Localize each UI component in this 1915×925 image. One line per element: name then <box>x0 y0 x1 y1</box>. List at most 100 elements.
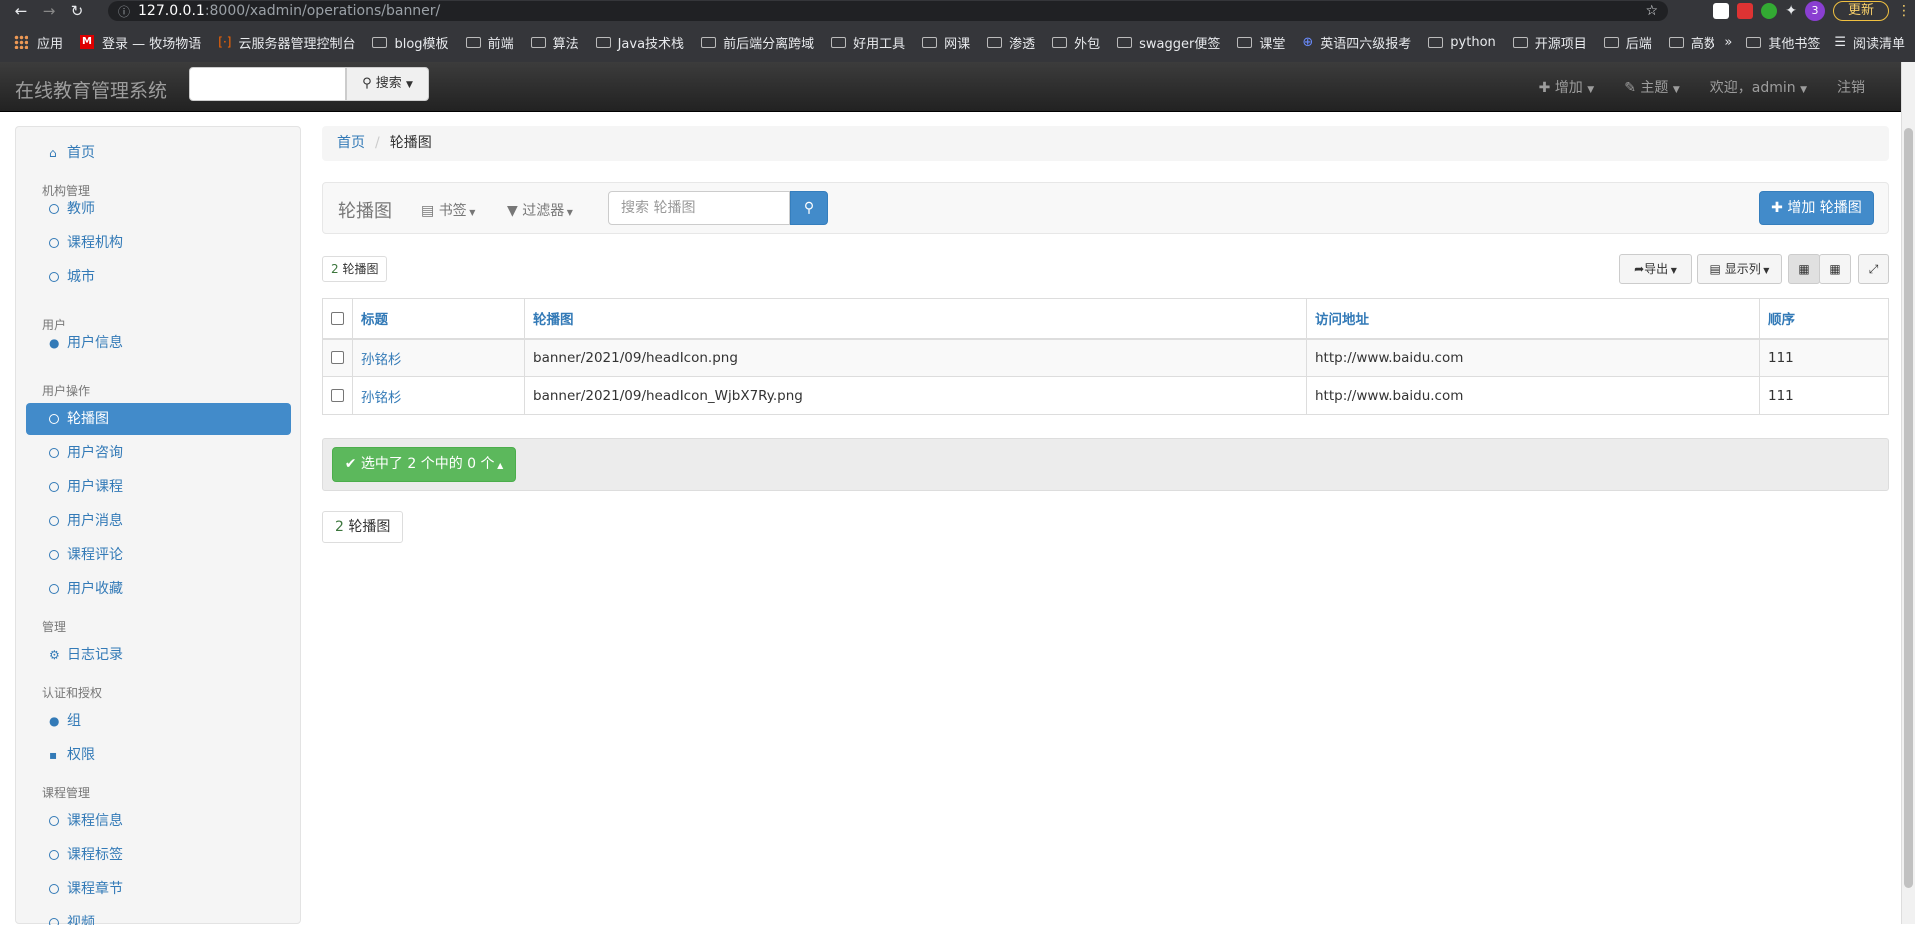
sidebar-item-teacher[interactable]: 教师 <box>26 193 291 225</box>
bookmark-folder[interactable]: 高数 <box>1668 33 1717 52</box>
image-cell: banner/2021/09/headIcon.png <box>524 338 1307 377</box>
list-search-input[interactable]: 搜索 轮播图 <box>608 191 790 225</box>
sidebar-item-city[interactable]: 城市 <box>26 261 291 293</box>
caret-down-icon: ▼ <box>1760 266 1770 275</box>
extension-icon[interactable] <box>1737 3 1754 19</box>
bookmark-apps[interactable]: 应用 <box>14 33 63 52</box>
bookmark-folder[interactable]: 网课 <box>922 33 970 52</box>
lock-icon: ▪ <box>49 748 58 762</box>
update-button[interactable]: 更新 <box>1832 1 1889 21</box>
scrollbar-thumb[interactable] <box>1904 128 1913 888</box>
page-scrollbar[interactable] <box>1901 62 1915 924</box>
users-icon: ● <box>49 714 60 728</box>
grid-small-icon: ▦ <box>1829 262 1841 276</box>
reading-list[interactable]: ☰ 阅读清单 <box>1834 33 1905 52</box>
extension-icon[interactable] <box>1713 3 1730 19</box>
sort-title[interactable]: 标题 <box>361 312 388 328</box>
reload-icon[interactable]: ↻ <box>66 2 88 20</box>
row-checkbox[interactable] <box>331 389 344 402</box>
sidebar-item-course[interactable]: 课程信息 <box>26 805 291 837</box>
apps-icon <box>14 35 28 49</box>
row-title-link[interactable]: 孙铭杉 <box>361 352 402 368</box>
info-icon[interactable]: ⓘ <box>118 3 130 20</box>
sidebar-item-consult[interactable]: 用户咨询 <box>26 437 291 469</box>
circle-icon <box>49 584 59 594</box>
bookmark-folder[interactable]: Java技术栈 <box>595 33 684 52</box>
bookmark-folder[interactable]: 前端 <box>465 33 514 52</box>
sidebar-group-title: 用户操作 <box>42 384 91 398</box>
extension-icon[interactable] <box>1761 3 1778 19</box>
puzzle-icon[interactable]: ✦ <box>1785 3 1797 19</box>
sidebar-item-permission[interactable]: ▪ 权限 <box>26 739 291 771</box>
bookmark-folder[interactable]: 外包 <box>1052 33 1100 52</box>
profile-avatar[interactable]: 3 <box>1804 1 1825 21</box>
star-icon[interactable]: ☆ <box>1645 3 1658 19</box>
global-search-button[interactable]: ⚲ 搜索 ▼ <box>346 67 429 101</box>
bookmarks-dropdown[interactable]: ▤ 书签 ▼ <box>421 200 475 220</box>
bookmark-item[interactable]: [·] 云服务器管理控制台 <box>218 33 355 52</box>
add-menu[interactable]: ✚ 增加 ▼ <box>1539 77 1595 97</box>
sidebar-item-group[interactable]: ● 组 <box>26 705 291 737</box>
folder-icon <box>701 36 717 48</box>
result-count-bottom: 2 轮播图 <box>322 511 404 543</box>
view-table-button[interactable]: ▦ <box>1788 254 1820 284</box>
bookmark-folder[interactable]: python <box>1428 35 1496 50</box>
sidebar-group-title: 管理 <box>42 620 67 634</box>
sort-order[interactable]: 顺序 <box>1768 312 1795 328</box>
sidebar-item-favorite[interactable]: 用户收藏 <box>26 573 291 605</box>
user-icon: ● <box>49 336 60 350</box>
image-cell: banner/2021/09/headIcon_WjbX7Ry.png <box>524 376 1307 415</box>
list-search-button[interactable]: ⚲ <box>790 191 828 225</box>
global-search-input[interactable] <box>189 67 346 101</box>
bookmark-folder[interactable]: 前后端分离跨域 <box>701 33 814 52</box>
sidebar-item-userinfo[interactable]: ● 用户信息 <box>26 327 291 359</box>
sort-image[interactable]: 轮播图 <box>533 312 574 328</box>
sidebar-item-home[interactable]: ⌂ 首页 <box>26 137 291 169</box>
row-title-link[interactable]: 孙铭杉 <box>361 390 402 406</box>
bookmark-item[interactable]: M 登录 — 牧场物语 <box>80 33 201 52</box>
other-bookmarks[interactable]: 其他书签 <box>1746 33 1820 52</box>
forward-icon[interactable]: → <box>38 2 60 20</box>
sidebar-item-comment[interactable]: 课程评论 <box>26 539 291 571</box>
sidebar-item-lesson[interactable]: 课程章节 <box>26 873 291 905</box>
row-checkbox[interactable] <box>331 351 344 365</box>
bookmark-folder[interactable]: 课堂 <box>1237 33 1285 52</box>
breadcrumb-home[interactable]: 首页 <box>337 135 365 151</box>
sidebar-item-banner[interactable]: 轮播图 <box>26 403 291 435</box>
select-all-checkbox[interactable] <box>331 311 344 325</box>
export-button[interactable]: ➦导出 ▼ <box>1619 254 1692 284</box>
filters-dropdown[interactable]: ▼ 过滤器 ▼ <box>507 200 573 220</box>
brand[interactable]: 在线教育管理系统 <box>15 76 167 103</box>
more-bookmarks-icon[interactable]: » <box>1724 35 1732 50</box>
logout-link[interactable]: 注销 <box>1837 77 1865 97</box>
menu-icon[interactable]: ⋮ <box>1897 3 1911 19</box>
address-bar[interactable]: ⓘ 127.0.0.1:8000/xadmin/operations/banne… <box>108 1 1668 21</box>
sidebar-item-tag[interactable]: 课程标签 <box>26 839 291 871</box>
bookmark-folder[interactable]: 算法 <box>530 33 579 52</box>
sort-url[interactable]: 访问地址 <box>1315 312 1369 328</box>
bookmark-folder[interactable]: blog模板 <box>372 33 449 52</box>
bookmark-folder[interactable]: 好用工具 <box>831 33 905 52</box>
sidebar-item-message[interactable]: 用户消息 <box>26 505 291 537</box>
theme-menu[interactable]: ✎ 主题 ▼ <box>1624 77 1680 97</box>
sidebar-item-org[interactable]: 课程机构 <box>26 227 291 259</box>
bookmark-folder[interactable]: 渗透 <box>987 33 1035 52</box>
caret-up-icon: ▲ <box>494 461 504 470</box>
app-navbar: 在线教育管理系统 ⚲ 搜索 ▼ ✚ 增加 ▼ ✎ 主题 ▼ 欢迎，admin ▼… <box>0 62 1915 112</box>
add-banner-button[interactable]: ✚ 增加 轮播图 <box>1759 191 1874 225</box>
user-menu[interactable]: 欢迎，admin ▼ <box>1710 77 1807 97</box>
bookmark-folder[interactable]: 后端 <box>1603 33 1652 52</box>
brush-icon: ✎ <box>1624 80 1636 96</box>
view-compact-button[interactable]: ▦ <box>1819 254 1851 284</box>
bookmark-folder[interactable]: 开源项目 <box>1512 33 1587 52</box>
bookmarks-bar: 应用 M 登录 — 牧场物语 [·] 云服务器管理控制台 blog模板 前端 算法 … <box>0 22 1915 62</box>
sidebar-item-usercourse[interactable]: 用户课程 <box>26 471 291 503</box>
fullscreen-button[interactable]: ⤢ <box>1858 254 1889 284</box>
back-icon[interactable]: ← <box>10 2 32 20</box>
sidebar-item-log[interactable]: ⚙ 日志记录 <box>26 639 291 671</box>
sidebar-item-video[interactable]: 视频 <box>26 907 291 925</box>
bulk-action-button[interactable]: ✔ 选中了 2 个中的 0 个 ▲ <box>332 447 516 482</box>
bookmark-folder[interactable]: swagger便签 <box>1117 33 1220 52</box>
bookmark-item[interactable]: ⊕ 英语四六级报考 <box>1302 33 1411 52</box>
columns-button[interactable]: ▤ 显示列 ▼ <box>1697 254 1782 284</box>
